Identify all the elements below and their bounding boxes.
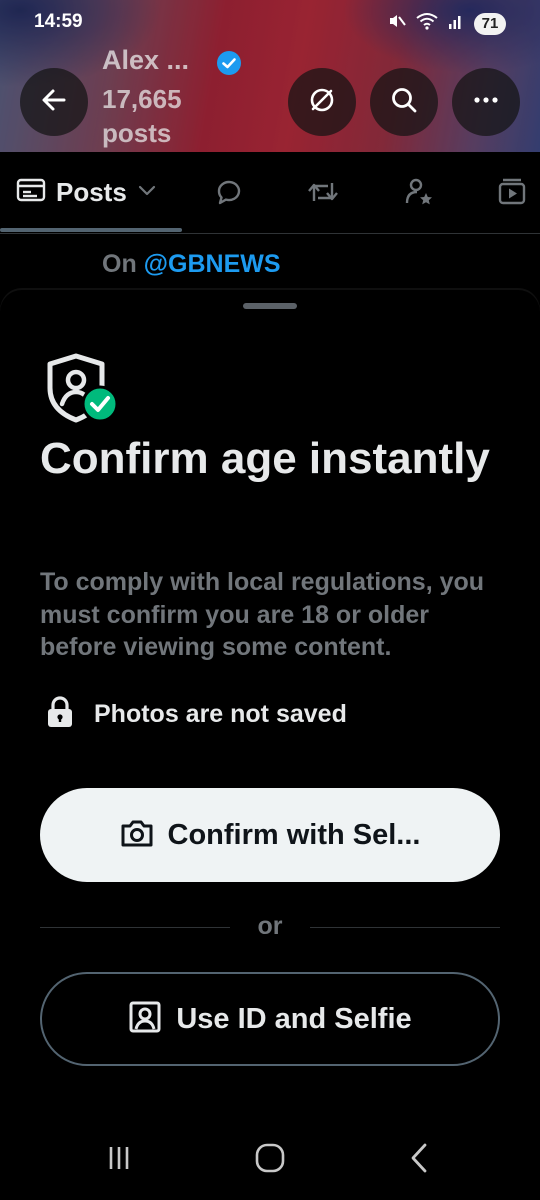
confirm-with-selfie-button[interactable]: Confirm with Sel... — [40, 788, 500, 882]
use-id-and-selfie-button[interactable]: Use ID and Selfie — [40, 972, 500, 1066]
divider-text: or — [257, 912, 283, 940]
camera-icon — [120, 818, 154, 853]
back-nav-button[interactable] — [398, 1140, 442, 1180]
media-icon — [497, 177, 527, 212]
app-screen: 14:59 71 Alex ... 17,665 posts Posts On … — [0, 0, 540, 1200]
edit-off-icon — [307, 85, 337, 120]
more-button[interactable] — [452, 68, 520, 136]
context-handle[interactable]: @GBNEWS — [144, 250, 281, 278]
tab-media[interactable] — [496, 178, 528, 210]
verified-badge-icon — [216, 50, 242, 81]
chevron-down-icon — [137, 183, 157, 202]
or-divider: or — [40, 910, 500, 946]
sheet-grab-handle[interactable] — [243, 303, 297, 309]
signal-icon — [448, 12, 464, 35]
post-count-unit: posts — [102, 118, 172, 148]
highlights-icon — [404, 177, 434, 212]
confirm-with-selfie-label: Confirm with Sel... — [167, 818, 421, 851]
recent-apps-button[interactable] — [97, 1140, 141, 1180]
search-icon — [389, 85, 419, 120]
mute-icon — [386, 11, 406, 36]
post-context: On @GBNEWS — [102, 250, 281, 279]
replies-icon — [214, 177, 244, 212]
id-card-icon — [128, 1000, 162, 1039]
tab-posts[interactable]: Posts — [16, 176, 157, 209]
tab-highlights[interactable] — [403, 178, 435, 210]
post-count: 17,665 posts — [102, 82, 182, 150]
age-verification-sheet: Confirm age instantly To comply with loc… — [0, 290, 540, 1130]
wifi-icon — [416, 12, 438, 35]
more-icon — [471, 85, 501, 120]
tab-reposts[interactable] — [307, 178, 339, 210]
privacy-note: Photos are not saved — [46, 696, 347, 733]
context-prefix: On — [102, 250, 137, 278]
tab-posts-label: Posts — [56, 177, 127, 207]
system-nav-bar — [0, 1120, 540, 1200]
status-bar: 14:59 71 — [0, 0, 540, 44]
use-id-and-selfie-label: Use ID and Selfie — [176, 1002, 412, 1035]
profile-tab-bar: Posts — [0, 152, 540, 234]
lock-icon — [46, 696, 74, 733]
status-icons: 71 — [386, 11, 506, 36]
tab-replies[interactable] — [213, 178, 245, 210]
back-chevron-icon — [407, 1142, 433, 1179]
posts-icon — [16, 176, 46, 209]
status-time: 14:59 — [34, 11, 83, 32]
recent-apps-icon — [104, 1144, 134, 1177]
home-icon — [254, 1142, 286, 1179]
battery-icon: 71 — [474, 12, 506, 35]
back-button[interactable] — [20, 68, 88, 136]
active-tab-indicator — [0, 228, 182, 232]
home-button[interactable] — [248, 1140, 292, 1180]
profile-name: Alex ... — [102, 45, 190, 75]
edit-off-button[interactable] — [288, 68, 356, 136]
back-arrow-icon — [39, 85, 69, 120]
search-button[interactable] — [370, 68, 438, 136]
sheet-title: Confirm age instantly — [40, 434, 490, 483]
shield-user-icon — [44, 352, 124, 428]
privacy-note-text: Photos are not saved — [94, 700, 347, 728]
reposts-icon — [306, 177, 340, 212]
sheet-description: To comply with local regulations, you mu… — [40, 568, 485, 661]
post-count-value: 17,665 — [102, 84, 182, 114]
